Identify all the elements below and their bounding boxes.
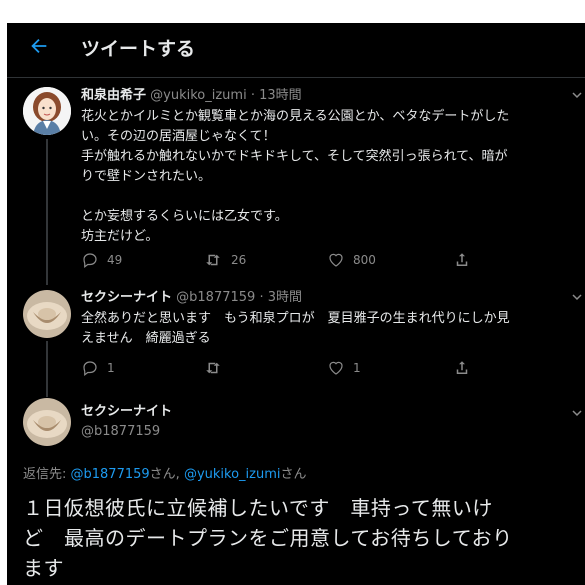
retweet-button[interactable] (203, 359, 231, 377)
share-icon (456, 253, 468, 266)
thread-line (46, 139, 48, 285)
reply-icon (83, 361, 97, 376)
like-icon (329, 253, 343, 267)
tweet-actions: 1 1 (81, 359, 521, 381)
tweet-text: 全然ありだと思います もう和泉プロが 夏目雅子の生まれ代りにしか見 えません 綺… (81, 309, 581, 349)
tweet-header: セクシーナイト @b1877159 · 3時間 (81, 289, 302, 307)
more-chevron-icon[interactable] (571, 89, 585, 103)
share-button[interactable] (453, 251, 471, 269)
tweet-header: 和泉由希子 @yukiko_izumi · 13時間 (81, 87, 302, 105)
compose-line: １日仮想彼氏に立候補したいです 車持って無いけ (23, 496, 493, 520)
composer-user: セクシーナイト @b1877159 (81, 403, 172, 441)
retweet-button[interactable]: 26 (203, 251, 246, 269)
timestamp[interactable]: 13時間 (259, 88, 302, 103)
reply-user-link[interactable]: @b1877159 (71, 467, 150, 482)
retweet-count: 26 (231, 253, 247, 267)
tweet-line: 花火とかイルミとか観覧車とか海の見える公園とか、ベタなデートがした (81, 109, 510, 124)
tweet-actions: 49 26 800 (81, 251, 521, 273)
reply-count: 49 (107, 253, 123, 267)
author-handle[interactable]: @yukiko_izumi (150, 88, 247, 103)
avatar[interactable] (23, 398, 71, 446)
reply-button[interactable]: 1 (81, 359, 115, 377)
more-chevron-icon[interactable] (571, 291, 585, 305)
like-icon (329, 361, 343, 375)
like-count: 1 (353, 361, 361, 375)
tweet-line: 全然ありだと思います もう和泉プロが 夏目雅子の生まれ代りにしか見 (81, 311, 510, 326)
reply-to-line: 返信先: @b1877159さん, @yukiko_izumiさん (23, 463, 307, 482)
share-icon (456, 361, 468, 374)
back-arrow-icon[interactable] (25, 35, 53, 63)
like-count: 800 (353, 253, 376, 267)
like-button[interactable]: 1 (327, 359, 361, 377)
more-chevron-icon[interactable] (571, 407, 585, 421)
thread-line (46, 341, 48, 397)
reply-icon (83, 253, 97, 268)
timestamp[interactable]: 3時間 (268, 290, 302, 305)
tweet-compose-window: ツイートする 和泉由希子 @yukiko_izumi · 13時間 花火とかイル… (7, 23, 585, 585)
author-name[interactable]: セクシーナイト (81, 290, 172, 305)
compose-line: ど 最高のデートプランをご用意してお待ちしており (23, 526, 513, 550)
tweet-line (81, 187, 581, 207)
tweet-text: 花火とかイルミとか観覧車とか海の見える公園とか、ベタなデートがした い。その辺の… (81, 107, 581, 247)
reply-count: 1 (107, 361, 115, 375)
separator: · (259, 290, 264, 305)
page-title: ツイートする (81, 38, 196, 60)
tweet-line: りで壁ドンされたい。 (81, 169, 212, 184)
author-name[interactable]: セクシーナイト (81, 403, 172, 421)
tweet-line: い。その辺の居酒屋じゃなくて！ (81, 129, 276, 144)
tweet-line: えません 綺麗過ぎる (81, 331, 211, 346)
tweet-line: 坊主だけど。 (81, 229, 159, 244)
reply-to-label: 返信先: (23, 467, 71, 482)
reply-button[interactable]: 49 (81, 251, 122, 269)
tweet-compose-input[interactable]: １日仮想彼氏に立候補したいです 車持って無いけ ど 最高のデートプランをご用意し… (23, 493, 573, 583)
compose-line: ます (23, 556, 64, 580)
avatar[interactable] (23, 87, 71, 135)
reply-to-text: さん, (149, 467, 184, 482)
avatar[interactable] (23, 290, 71, 338)
retweet-icon (206, 362, 220, 374)
like-button[interactable]: 800 (327, 251, 376, 269)
reply-to-text: さん (280, 467, 307, 482)
header: ツイートする (7, 23, 585, 78)
reply-user-link[interactable]: @yukiko_izumi (184, 467, 281, 482)
share-button[interactable] (453, 359, 471, 377)
tweet-line: とか妄想するくらいには乙女です。 (81, 209, 288, 224)
author-handle[interactable]: @b1877159 (81, 423, 172, 441)
author-handle[interactable]: @b1877159 (176, 290, 255, 305)
retweet-icon (206, 254, 220, 266)
author-name[interactable]: 和泉由希子 (81, 88, 146, 103)
separator: · (250, 88, 255, 103)
tweet-line: 手が触れるか触れないかでドキドキして、そして突然引っ張られて、暗が (81, 149, 508, 164)
